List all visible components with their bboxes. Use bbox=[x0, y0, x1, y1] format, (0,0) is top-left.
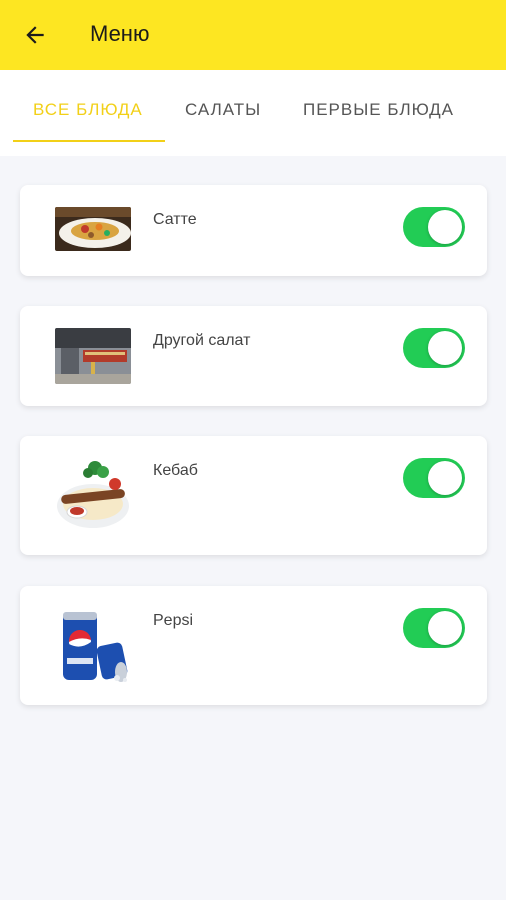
item-name: Pepsi bbox=[153, 612, 194, 629]
page-title: Меню bbox=[90, 21, 150, 46]
list-item[interactable]: Сатте bbox=[20, 185, 487, 276]
item-toggle[interactable] bbox=[403, 458, 465, 498]
category-tabs: ВСЕ БЛЮДА САЛАТЫ ПЕРВЫЕ БЛЮДА bbox=[0, 70, 506, 156]
item-name: Другой салат bbox=[153, 332, 251, 349]
item-toggle[interactable] bbox=[403, 328, 465, 368]
list-item[interactable]: Pepsi bbox=[20, 586, 487, 705]
dish-image bbox=[55, 207, 131, 251]
dish-image bbox=[55, 608, 131, 684]
item-toggle[interactable] bbox=[403, 608, 465, 648]
item-name: Сатте bbox=[153, 211, 197, 228]
active-tab-indicator bbox=[13, 140, 165, 142]
toggle-knob bbox=[428, 611, 462, 645]
tab-salads[interactable]: САЛАТЫ bbox=[185, 100, 261, 120]
arrow-left-icon bbox=[26, 26, 44, 44]
toggle-knob bbox=[428, 461, 462, 495]
item-name: Кебаб bbox=[153, 462, 198, 479]
tab-all-dishes[interactable]: ВСЕ БЛЮДА bbox=[33, 100, 143, 120]
tab-first-courses[interactable]: ПЕРВЫЕ БЛЮДА bbox=[303, 100, 454, 120]
list-item[interactable]: Кебаб bbox=[20, 436, 487, 555]
back-button[interactable] bbox=[20, 20, 50, 50]
item-toggle[interactable] bbox=[403, 207, 465, 247]
list-item[interactable]: Другой салат bbox=[20, 306, 487, 406]
dish-image bbox=[55, 458, 131, 534]
app-bar: Меню bbox=[0, 0, 506, 70]
dish-image bbox=[55, 328, 131, 384]
toggle-knob bbox=[428, 331, 462, 365]
toggle-knob bbox=[428, 210, 462, 244]
